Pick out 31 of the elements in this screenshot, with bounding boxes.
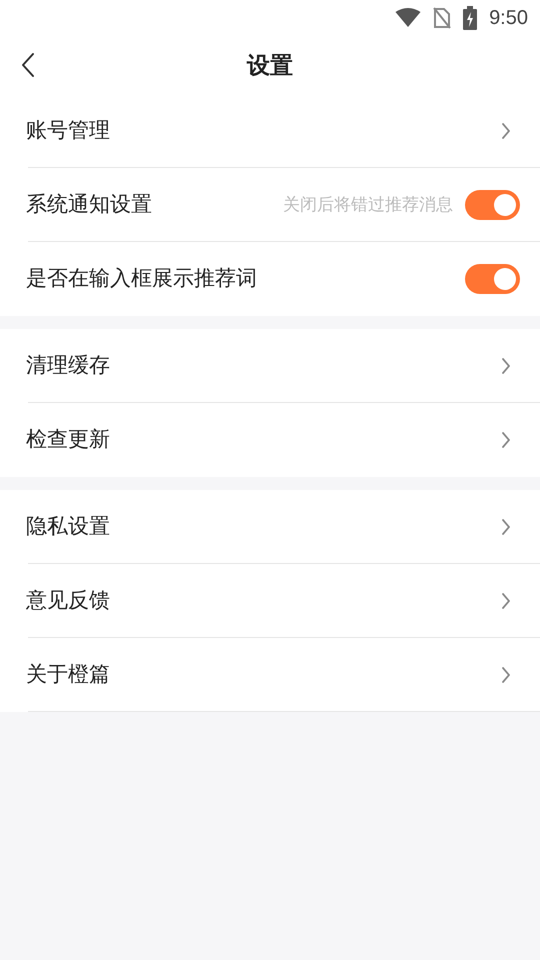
chevron-right-icon (500, 666, 512, 684)
row-label: 隐私设置 (26, 514, 111, 540)
settings-row[interactable]: 隐私设置 (28, 490, 540, 564)
settings-row[interactable]: 账号管理 (28, 94, 540, 168)
chevron-right-icon (500, 431, 512, 449)
toggle-switch[interactable] (465, 190, 520, 220)
chevron-right-icon (500, 592, 512, 610)
row-label: 关于橙篇 (26, 662, 111, 688)
wifi-icon (395, 8, 422, 28)
status-time: 9:50 (489, 6, 528, 31)
row-label: 系统通知设置 (26, 192, 153, 218)
no-sim-icon (433, 7, 452, 29)
back-icon (21, 52, 35, 78)
toggle-switch[interactable] (465, 264, 520, 294)
settings-row[interactable]: 意见反馈 (28, 564, 540, 638)
row-label: 清理缓存 (26, 352, 111, 379)
chevron-right-icon (500, 356, 512, 374)
row-label: 账号管理 (26, 118, 111, 144)
battery-charging-icon (463, 6, 478, 30)
row-label: 意见反馈 (26, 588, 111, 614)
page-title: 设置 (247, 50, 293, 80)
settings-row[interactable]: 是否在输入框展示推荐词 (28, 242, 540, 316)
settings-row[interactable]: 系统通知设置 关闭后将错过推荐消息 (28, 168, 540, 242)
settings-row[interactable]: 关于橙篇 (28, 638, 540, 712)
settings-row[interactable]: 清理缓存 (28, 329, 540, 403)
row-label: 是否在输入框展示推荐词 (26, 266, 258, 292)
chevron-right-icon (500, 122, 512, 140)
row-label: 检查更新 (26, 427, 111, 454)
chevron-right-icon (500, 518, 512, 536)
settings-row[interactable]: 检查更新 (28, 403, 540, 477)
row-hint: 关闭后将错过推荐消息 (283, 194, 453, 216)
